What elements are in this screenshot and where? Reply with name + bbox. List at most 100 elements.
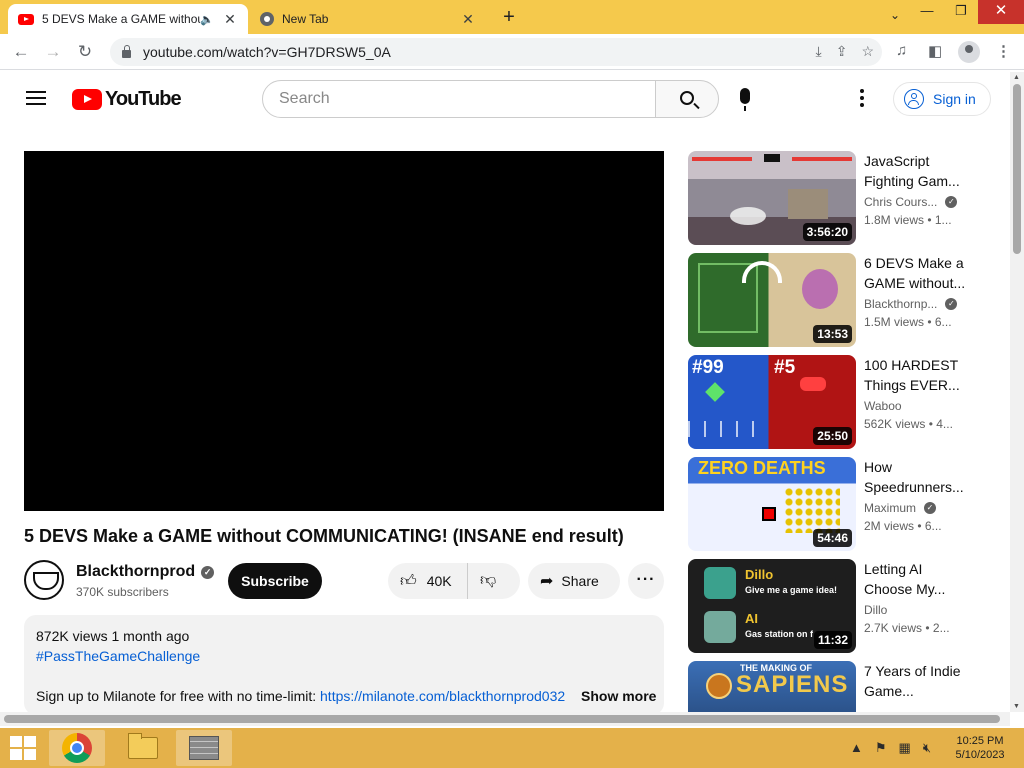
search-button[interactable]	[655, 80, 719, 118]
chrome-icon	[62, 733, 92, 763]
channel-avatar[interactable]	[24, 560, 64, 600]
url-text: youtube.com/watch?v=GH7DRSW5_0A	[143, 44, 391, 60]
description-box[interactable]: 872K views 1 month ago #PassTheGameChall…	[24, 615, 664, 715]
show-more-button[interactable]: Show more	[581, 688, 656, 704]
profile-avatar-icon[interactable]	[958, 41, 980, 63]
screen: 5 DEVS Make a GAME without COMMUNICATING…	[0, 0, 1024, 768]
milanote-link[interactable]: https://milanote.com/blackthornprod032	[320, 688, 565, 704]
browser-tab-bar: 5 DEVS Make a GAME without COMMUNICATING…	[0, 0, 1024, 34]
like-button[interactable]: 👍︎ 40K	[388, 563, 468, 599]
install-app-icon[interactable]: ⤓	[816, 43, 822, 60]
recommended-channel[interactable]: Dillo	[864, 603, 887, 617]
folder-icon	[128, 733, 158, 759]
subscribe-button[interactable]: Subscribe	[228, 563, 322, 599]
microphone-icon[interactable]	[740, 88, 750, 111]
recommended-video-title[interactable]: 6 DEVS Make a GAME without...	[864, 253, 974, 293]
video-thumbnail[interactable]: 13:53	[688, 253, 856, 347]
thumbnail-text: Gas station on f	[745, 629, 814, 639]
view-count-date: 872K views 1 month ago	[36, 628, 190, 644]
video-thumbnail[interactable]: ZERO DEATHS 54:46	[688, 457, 856, 551]
scroll-up-icon[interactable]: ▲	[1013, 74, 1020, 81]
recommended-video[interactable]: 13:53 6 DEVS Make a GAME without... Black…	[688, 253, 1010, 347]
horizontal-scrollbar[interactable]	[0, 712, 1010, 726]
thumbnail-text: AI	[745, 611, 758, 626]
vertical-scrollbar[interactable]: ▲ ▼	[1010, 72, 1024, 712]
dislike-button[interactable]: 👎︎	[480, 571, 496, 590]
recommended-video[interactable]: Dillo Give me a game idea! AI Gas statio…	[688, 559, 1010, 653]
verified-check-icon: ✓	[945, 196, 958, 208]
video-thumbnail[interactable]: 3:56:20	[688, 151, 856, 245]
video-duration: 3:56:20	[802, 223, 852, 241]
channel-name[interactable]: Blackthornprod ✓	[76, 563, 215, 581]
share-button[interactable]: ➦ Share	[528, 563, 620, 599]
recommended-video-title[interactable]: JavaScript Fighting Gam...	[864, 151, 974, 191]
hashtag-link[interactable]: #PassTheGameChallenge	[36, 648, 200, 664]
recommended-channel[interactable]: Maximum ✓	[864, 501, 937, 515]
network-icon[interactable]: ▦	[899, 740, 911, 756]
recommended-video[interactable]: 3:56:20 JavaScript Fighting Gam... Chris …	[688, 151, 1010, 245]
lock-icon[interactable]	[122, 44, 131, 58]
omnibox-actions: ⤓ ⇪ ☆	[816, 43, 875, 60]
share-page-icon[interactable]: ⇪	[836, 43, 848, 60]
show-hidden-icons-icon[interactable]: ▲	[850, 740, 863, 756]
restore-button[interactable]: ❐	[944, 0, 978, 24]
close-tab-icon[interactable]: ✕	[460, 11, 476, 28]
hamburger-menu-icon[interactable]	[26, 91, 46, 105]
thumbnail-text: Give me a game idea!	[745, 585, 838, 595]
vertical-scroll-thumb[interactable]	[1013, 84, 1021, 254]
recommended-channel[interactable]: Chris Cours... ✓	[864, 195, 958, 209]
chrome-menu-icon[interactable]: ⋮	[996, 42, 1011, 60]
taskbar-chrome[interactable]	[49, 730, 105, 766]
video-thumbnail[interactable]: THE MAKING OF SAPIENS	[688, 661, 856, 712]
recommended-video[interactable]: THE MAKING OF SAPIENS 7 Years of Indie Ga…	[688, 661, 1010, 712]
side-panel-icon[interactable]: ◧	[928, 42, 942, 60]
video-thumbnail[interactable]: #99 #5 25:50	[688, 355, 856, 449]
tab-youtube-video[interactable]: 5 DEVS Make a GAME without COMMUNICATING…	[8, 4, 248, 34]
volume-muted-icon[interactable]: 🔇︎	[923, 740, 931, 756]
speaker-icon[interactable]: 🔈	[200, 13, 214, 26]
recommended-video[interactable]: #99 #5 25:50 100 HARDEST Things EVER... W…	[688, 355, 1010, 449]
thumbs-up-icon: 👍︎	[400, 572, 417, 590]
action-center-flag-icon[interactable]: ⚑	[875, 740, 887, 756]
taskbar-clock[interactable]: 10:25 PM 5/10/2023	[952, 734, 1008, 762]
subscriber-count: 370K subscribers	[76, 585, 169, 599]
close-window-button[interactable]: ✕	[978, 0, 1024, 24]
scroll-down-icon[interactable]: ▼	[1013, 703, 1020, 710]
minimize-button[interactable]: —	[910, 0, 944, 24]
recommended-video-title[interactable]: 100 HARDEST Things EVER...	[864, 355, 974, 395]
back-arrow-icon[interactable]: ←	[10, 41, 32, 63]
windows-start-icon[interactable]	[10, 736, 36, 760]
settings-kebab-icon[interactable]	[860, 89, 864, 110]
media-controls-icon[interactable]: ♫	[896, 42, 907, 59]
tab-new-tab[interactable]: New Tab ✕	[250, 4, 486, 34]
new-tab-button[interactable]: +	[498, 6, 520, 28]
tab-search-chevron-icon[interactable]: ⌄	[890, 8, 900, 22]
more-actions-button[interactable]: ···	[628, 563, 664, 599]
forward-arrow-icon[interactable]: →	[42, 41, 64, 63]
youtube-logo[interactable]: YouTube	[72, 88, 182, 111]
recommended-video[interactable]: ZERO DEATHS 54:46 How Speedrunners... Max…	[688, 457, 1010, 551]
video-duration: 13:53	[813, 325, 852, 343]
brick-wall-icon	[189, 736, 219, 760]
taskbar-firewall-app[interactable]	[176, 730, 232, 766]
reload-icon[interactable]: ↻	[74, 41, 96, 63]
taskbar-file-explorer[interactable]	[114, 730, 170, 766]
system-tray: ▲ ⚑ ▦ 🔇︎	[850, 740, 931, 756]
recommended-video-title[interactable]: How Speedrunners...	[864, 457, 974, 497]
bookmark-star-icon[interactable]: ☆	[861, 43, 874, 60]
share-arrow-icon: ➦	[540, 573, 554, 590]
horizontal-scroll-thumb[interactable]	[4, 715, 1000, 723]
search-icon	[680, 91, 694, 105]
search-input[interactable]: Search	[262, 80, 656, 118]
recommended-channel[interactable]: Blackthornp... ✓	[864, 297, 958, 311]
recommended-video-title[interactable]: Letting AI Choose My...	[864, 559, 974, 599]
sign-in-button[interactable]: Sign in	[893, 82, 991, 116]
address-bar[interactable]: youtube.com/watch?v=GH7DRSW5_0A ⤓ ⇪ ☆	[110, 38, 882, 66]
recommended-video-title[interactable]: 7 Years of Indie Game...	[864, 661, 974, 701]
close-tab-icon[interactable]: ✕	[222, 11, 238, 28]
video-thumbnail[interactable]: Dillo Give me a game idea! AI Gas statio…	[688, 559, 856, 653]
recommended-channel[interactable]: Waboo	[864, 399, 902, 413]
chrome-favicon-icon	[260, 12, 274, 26]
share-label: Share	[561, 573, 599, 589]
video-player[interactable]	[24, 151, 664, 511]
